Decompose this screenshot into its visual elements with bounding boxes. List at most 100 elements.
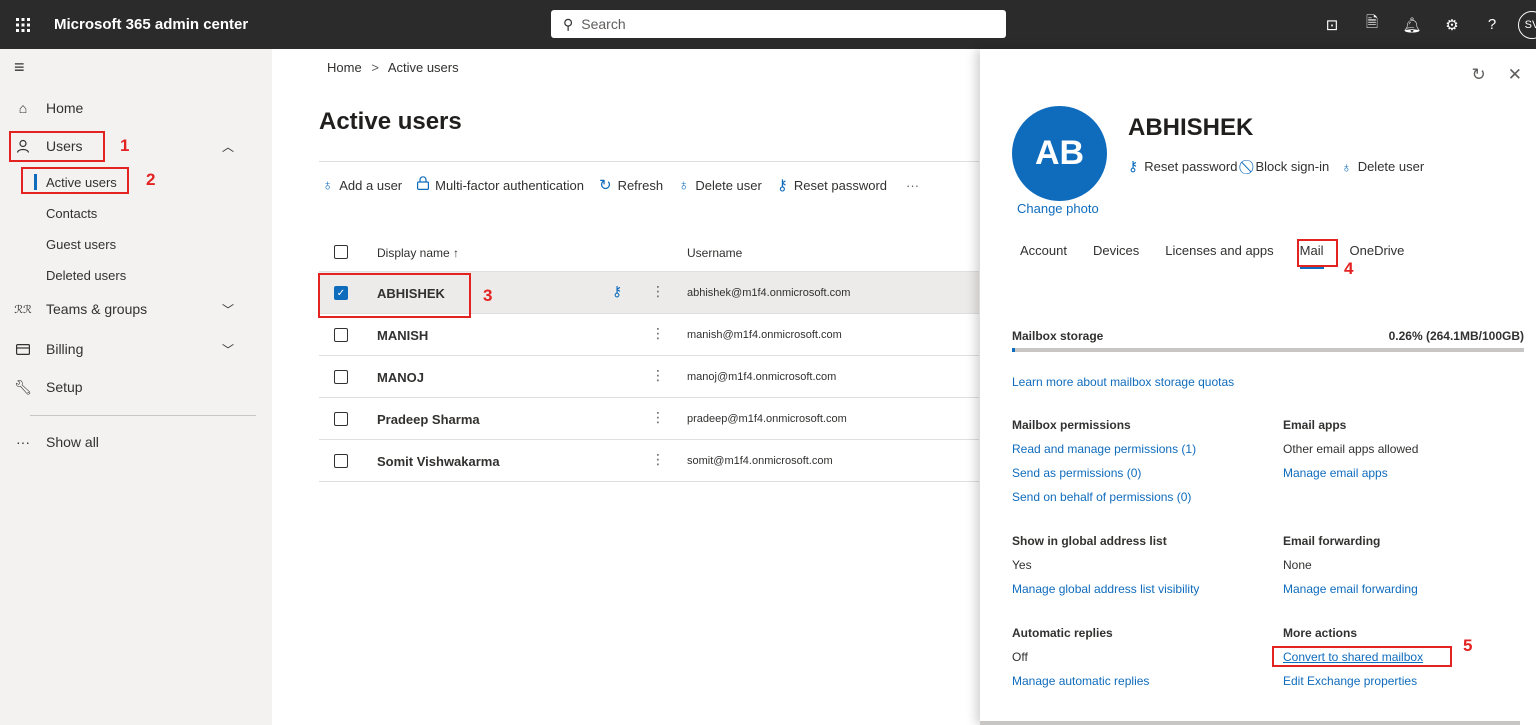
row-checkbox[interactable]: [334, 370, 348, 384]
app-title[interactable]: Microsoft 365 admin center: [54, 16, 248, 33]
row-display-name[interactable]: MANISH: [377, 328, 428, 343]
user-details-panel: ↻ ✕ AB Change photo ABHISHEK ⚷ Reset pas…: [980, 49, 1536, 725]
annotation-label: 1: [120, 136, 130, 155]
refresh-button[interactable]: ↻ Refresh: [599, 176, 663, 194]
row-username: abhishek@m1f4.onmicrosoft.com: [687, 287, 851, 299]
table-row[interactable]: Pradeep Sharma ⋮ pradeep@m1f4.onmicrosof…: [319, 398, 979, 440]
read-manage-permissions-link[interactable]: Read and manage permissions (1): [1012, 442, 1196, 456]
row-username: pradeep@m1f4.onmicrosoft.com: [687, 413, 847, 425]
document-icon[interactable]: 🗎: [1352, 0, 1392, 49]
select-all-checkbox[interactable]: [334, 245, 348, 259]
sidebar-item-guest-users[interactable]: Guest users: [46, 229, 116, 259]
nav-item-setup[interactable]: 🔧︎ Setup: [0, 370, 272, 404]
nav-item-label: Billing: [46, 341, 84, 357]
tab-licenses[interactable]: Licenses and apps: [1165, 243, 1273, 258]
table-row[interactable]: MANISH ⋮ manish@m1f4.onmicrosoft.com: [319, 314, 979, 356]
reset-password-button[interactable]: ⚷ Reset password: [777, 176, 887, 194]
row-display-name[interactable]: Pradeep Sharma: [377, 412, 480, 427]
gal-label: Show in global address list: [1012, 534, 1167, 548]
nav-item-teams-groups[interactable]: ℛℛ Teams & groups ﹀: [0, 292, 272, 326]
row-checkbox[interactable]: [334, 328, 348, 342]
more-icon: ···: [16, 434, 30, 450]
close-icon[interactable]: ✕: [1508, 65, 1522, 85]
nav-item-label: Show all: [46, 434, 99, 450]
panel-scrollbar[interactable]: [980, 721, 1520, 725]
annotation-box: [1297, 239, 1338, 267]
lock-icon: [417, 176, 430, 194]
row-display-name[interactable]: Somit Vishwakarma: [377, 454, 500, 469]
more-vertical-icon[interactable]: ⋮: [651, 283, 665, 300]
row-display-name[interactable]: MANOJ: [377, 370, 424, 385]
block-signin-button[interactable]: ⃠ Block sign-in: [1249, 158, 1329, 175]
learn-more-link[interactable]: Learn more about mailbox storage quotas: [1012, 375, 1234, 389]
row-checkbox[interactable]: [334, 412, 348, 426]
edit-exchange-link[interactable]: Edit Exchange properties: [1283, 674, 1417, 688]
chevron-up-icon[interactable]: ︿: [222, 138, 234, 155]
more-vertical-icon[interactable]: ⋮: [651, 409, 665, 426]
more-vertical-icon[interactable]: ⋮: [651, 325, 665, 342]
gal-value: Yes: [1012, 558, 1032, 572]
nav-item-label: Home: [46, 100, 84, 116]
breadcrumb-home[interactable]: Home: [327, 60, 362, 75]
chevron-down-icon[interactable]: ﹀: [222, 341, 234, 358]
add-person-icon: ♁: [322, 176, 334, 194]
key-icon: ⚷: [1128, 158, 1139, 174]
column-display-name[interactable]: Display name ↑: [377, 246, 459, 260]
manage-gal-link[interactable]: Manage global address list visibility: [1012, 582, 1199, 596]
tab-onedrive[interactable]: OneDrive: [1350, 243, 1405, 258]
row-username: manish@m1f4.onmicrosoft.com: [687, 329, 842, 341]
row-checkbox[interactable]: [334, 454, 348, 468]
tab-devices[interactable]: Devices: [1093, 243, 1139, 258]
table-row[interactable]: MANOJ ⋮ manoj@m1f4.onmicrosoft.com: [319, 356, 979, 398]
delete-user-button[interactable]: ♁ Delete user: [1341, 158, 1424, 175]
annotation-box: [9, 131, 105, 162]
nav-item-show-all[interactable]: ··· Show all: [0, 425, 272, 459]
storage-bar-fill: [1012, 348, 1015, 352]
send-as-permissions-link[interactable]: Send as permissions (0): [1012, 466, 1141, 480]
change-photo-link[interactable]: Change photo: [1017, 201, 1099, 216]
chevron-down-icon[interactable]: ﹀: [222, 301, 234, 318]
search-box[interactable]: ⚲: [551, 10, 1006, 38]
column-username[interactable]: Username: [687, 246, 742, 260]
add-user-button[interactable]: ♁ Add a user: [322, 177, 402, 194]
help-icon[interactable]: ?: [1472, 0, 1512, 49]
delete-user-button[interactable]: ♁ Delete user: [678, 177, 762, 194]
gear-icon[interactable]: ⚙: [1432, 0, 1472, 49]
tab-account[interactable]: Account: [1020, 243, 1067, 258]
refresh-icon: ↻: [598, 177, 612, 194]
table-row[interactable]: Somit Vishwakarma ⋮ somit@m1f4.onmicroso…: [319, 440, 979, 482]
mfa-button[interactable]: Multi-factor authentication: [417, 176, 584, 194]
reset-password-button[interactable]: ⚷ Reset password: [1128, 158, 1237, 175]
email-apps-label: Email apps: [1283, 418, 1347, 432]
search-input[interactable]: [581, 16, 982, 32]
more-vertical-icon[interactable]: ⋮: [651, 367, 665, 384]
manage-forwarding-link[interactable]: Manage email forwarding: [1283, 582, 1418, 596]
manage-email-apps-link[interactable]: Manage email apps: [1283, 466, 1388, 480]
row-username: manoj@m1f4.onmicrosoft.com: [687, 371, 837, 383]
search-icon: ⚲: [563, 15, 574, 32]
nav-item-billing[interactable]: Billing ﹀: [0, 332, 272, 366]
avatar[interactable]: SV: [1518, 10, 1536, 39]
sidebar-item-contacts[interactable]: Contacts: [46, 198, 97, 228]
key-icon[interactable]: ⚷: [612, 283, 622, 300]
more-vertical-icon[interactable]: ⋮: [651, 451, 665, 468]
key-icon: ⚷: [776, 177, 788, 194]
top-bar: Microsoft 365 admin center ⚲ ⊡ 🗎 🔔︎ ⚙ ? …: [0, 0, 1536, 49]
more-actions-icon[interactable]: ···: [906, 178, 919, 193]
bell-icon[interactable]: 🔔︎: [1392, 0, 1432, 49]
refresh-icon[interactable]: ↻: [1472, 65, 1486, 85]
breadcrumb: Home > Active users: [327, 60, 459, 75]
annotation-label: 3: [483, 286, 493, 305]
hamburger-icon[interactable]: ≡: [14, 57, 25, 78]
page-title: Active users: [319, 108, 462, 135]
sidebar-item-deleted-users[interactable]: Deleted users: [46, 260, 126, 290]
mailbox-permissions-label: Mailbox permissions: [1012, 418, 1131, 432]
table-header: Display name ↑ Username: [319, 234, 979, 272]
terminal-icon[interactable]: ⊡: [1312, 0, 1352, 49]
annotation-box: [21, 167, 129, 194]
send-on-behalf-link[interactable]: Send on behalf of permissions (0): [1012, 490, 1191, 504]
manage-auto-replies-link[interactable]: Manage automatic replies: [1012, 674, 1149, 688]
app-launcher-icon[interactable]: [0, 0, 46, 49]
nav-item-home[interactable]: ⌂ Home: [0, 91, 272, 125]
email-apps-value: Other email apps allowed: [1283, 442, 1419, 456]
